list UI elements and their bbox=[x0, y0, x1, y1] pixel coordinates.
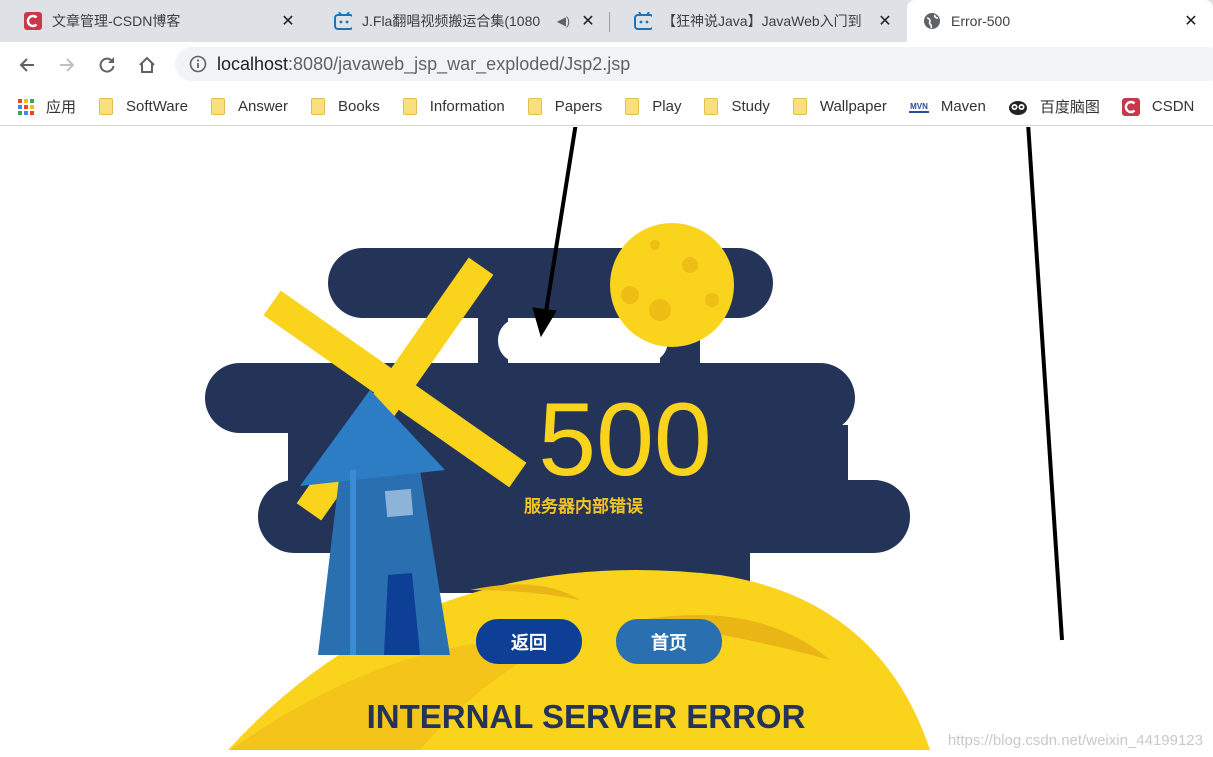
globe-icon bbox=[923, 12, 941, 30]
bookmark-label: Information bbox=[429, 98, 505, 115]
watermark-text: https://blog.csdn.net/weixin_44199123 bbox=[947, 732, 1203, 749]
bookmark-papers[interactable]: Papers bbox=[527, 98, 603, 116]
tab-bilibili-2[interactable]: 【狂神说Java】JavaWeb入门到 ✕ bbox=[610, 0, 907, 42]
bookmark-label: Books bbox=[338, 98, 380, 115]
bookmark-information[interactable]: Information bbox=[402, 98, 505, 116]
folder-icon bbox=[527, 98, 543, 116]
address-bar[interactable]: localhost:8080/javaweb_jsp_war_exploded/… bbox=[175, 47, 1213, 81]
owl-icon bbox=[1008, 98, 1028, 116]
error-code: 500 bbox=[538, 382, 712, 498]
tab-title: Error-500 bbox=[951, 13, 1011, 29]
url-host: localhost bbox=[217, 53, 289, 74]
apps-grid-icon bbox=[18, 98, 34, 116]
tab-csdn[interactable]: 文章管理-CSDN博客 ✕ bbox=[0, 0, 310, 42]
tab-title: 文章管理-CSDN博客 bbox=[52, 13, 181, 29]
bookmark-label: Play bbox=[652, 98, 682, 115]
bookmark-label: SoftWare bbox=[126, 98, 188, 115]
error-banner: INTERNAL SERVER ERROR bbox=[367, 698, 806, 735]
home-button[interactable]: 首页 bbox=[616, 619, 722, 664]
browser-toolbar: localhost:8080/javaweb_jsp_war_exploded/… bbox=[0, 42, 1213, 88]
folder-icon bbox=[310, 98, 326, 116]
bookmark-label: CSDN bbox=[1151, 98, 1195, 115]
bookmark-label: Study bbox=[731, 98, 770, 115]
bookmark-software[interactable]: SoftWare bbox=[98, 98, 188, 116]
bilibili-icon bbox=[634, 12, 652, 30]
tab-title: 【狂神说Java】JavaWeb入门到 bbox=[662, 13, 862, 29]
folder-icon bbox=[703, 98, 719, 116]
svg-text:MVN: MVN bbox=[910, 102, 928, 111]
info-icon[interactable] bbox=[189, 55, 207, 73]
close-icon[interactable]: ✕ bbox=[578, 11, 598, 31]
error-illustration: 500 服务器内部错误 返回 首页 INTERNAL SERVER ERROR bbox=[205, 127, 1064, 750]
bookmark-label: 百度脑图 bbox=[1039, 99, 1100, 116]
forward-button[interactable] bbox=[53, 51, 81, 79]
tab-bilibili-1[interactable]: J.Fla翻唱视频搬运合集(1080 ◀) ✕ bbox=[310, 0, 610, 42]
csdn-icon bbox=[24, 12, 42, 30]
reload-icon bbox=[99, 57, 115, 73]
page-content: 500 服务器内部错误 返回 首页 INTERNAL SERVER ERROR … bbox=[0, 127, 1213, 757]
csdn-icon bbox=[1121, 97, 1140, 116]
bookmark-answer[interactable]: Answer bbox=[210, 98, 288, 116]
close-icon[interactable]: ✕ bbox=[278, 11, 298, 31]
back-button[interactable]: 返回 bbox=[476, 619, 582, 664]
reload-button[interactable] bbox=[93, 51, 121, 79]
bookmark-label: Answer bbox=[237, 98, 289, 115]
home-button[interactable] bbox=[133, 51, 161, 79]
bookmark-apps[interactable]: 应用 bbox=[18, 96, 76, 117]
home-button-label: 首页 bbox=[651, 632, 687, 654]
bookmark-wallpaper[interactable]: Wallpaper bbox=[792, 98, 887, 116]
folder-icon bbox=[402, 98, 418, 116]
close-icon[interactable]: ✕ bbox=[875, 11, 895, 31]
bookmark-baidu-naotu[interactable]: 百度脑图 bbox=[1008, 96, 1100, 117]
forward-arrow-icon bbox=[60, 58, 75, 72]
bookmark-label: 应用 bbox=[46, 99, 77, 116]
speaker-icon[interactable]: ◀) bbox=[557, 14, 570, 28]
folder-icon bbox=[792, 98, 808, 116]
tab-error-500[interactable]: Error-500 ✕ bbox=[907, 0, 1213, 42]
url-path: :8080/javaweb_jsp_war_exploded/Jsp2.jsp bbox=[288, 53, 631, 74]
folder-icon bbox=[624, 98, 640, 116]
mvn-icon: MVN bbox=[908, 98, 929, 116]
folder-icon bbox=[210, 98, 226, 116]
back-button[interactable] bbox=[13, 51, 41, 79]
folder-icon bbox=[98, 98, 114, 116]
bookmark-maven[interactable]: MVN Maven bbox=[908, 98, 986, 116]
bookmark-study[interactable]: Study bbox=[703, 98, 770, 116]
bookmark-label: Maven bbox=[940, 98, 986, 115]
moon-icon bbox=[610, 223, 734, 347]
bookmarks-bar: 应用 SoftWare Answer Books Information Pap… bbox=[0, 88, 1213, 126]
bilibili-icon bbox=[334, 12, 352, 30]
back-button-label: 返回 bbox=[511, 633, 547, 654]
home-icon bbox=[139, 56, 155, 73]
bookmark-play[interactable]: Play bbox=[624, 98, 681, 116]
error-subtitle: 服务器内部错误 bbox=[524, 496, 644, 517]
bookmark-label: Papers bbox=[554, 98, 603, 115]
tab-title: J.Fla翻唱视频搬运合集(1080 bbox=[362, 13, 541, 29]
bookmark-label: Wallpaper bbox=[819, 98, 887, 115]
bookmark-books[interactable]: Books bbox=[310, 98, 380, 116]
close-icon[interactable]: ✕ bbox=[1181, 11, 1201, 31]
back-arrow-icon bbox=[19, 58, 34, 72]
tab-strip: 文章管理-CSDN博客 ✕ J.Fla翻唱视频搬运合集(1080 ◀) ✕ 【狂… bbox=[0, 0, 1213, 42]
bookmark-csdn[interactable]: CSDN bbox=[1121, 97, 1195, 116]
